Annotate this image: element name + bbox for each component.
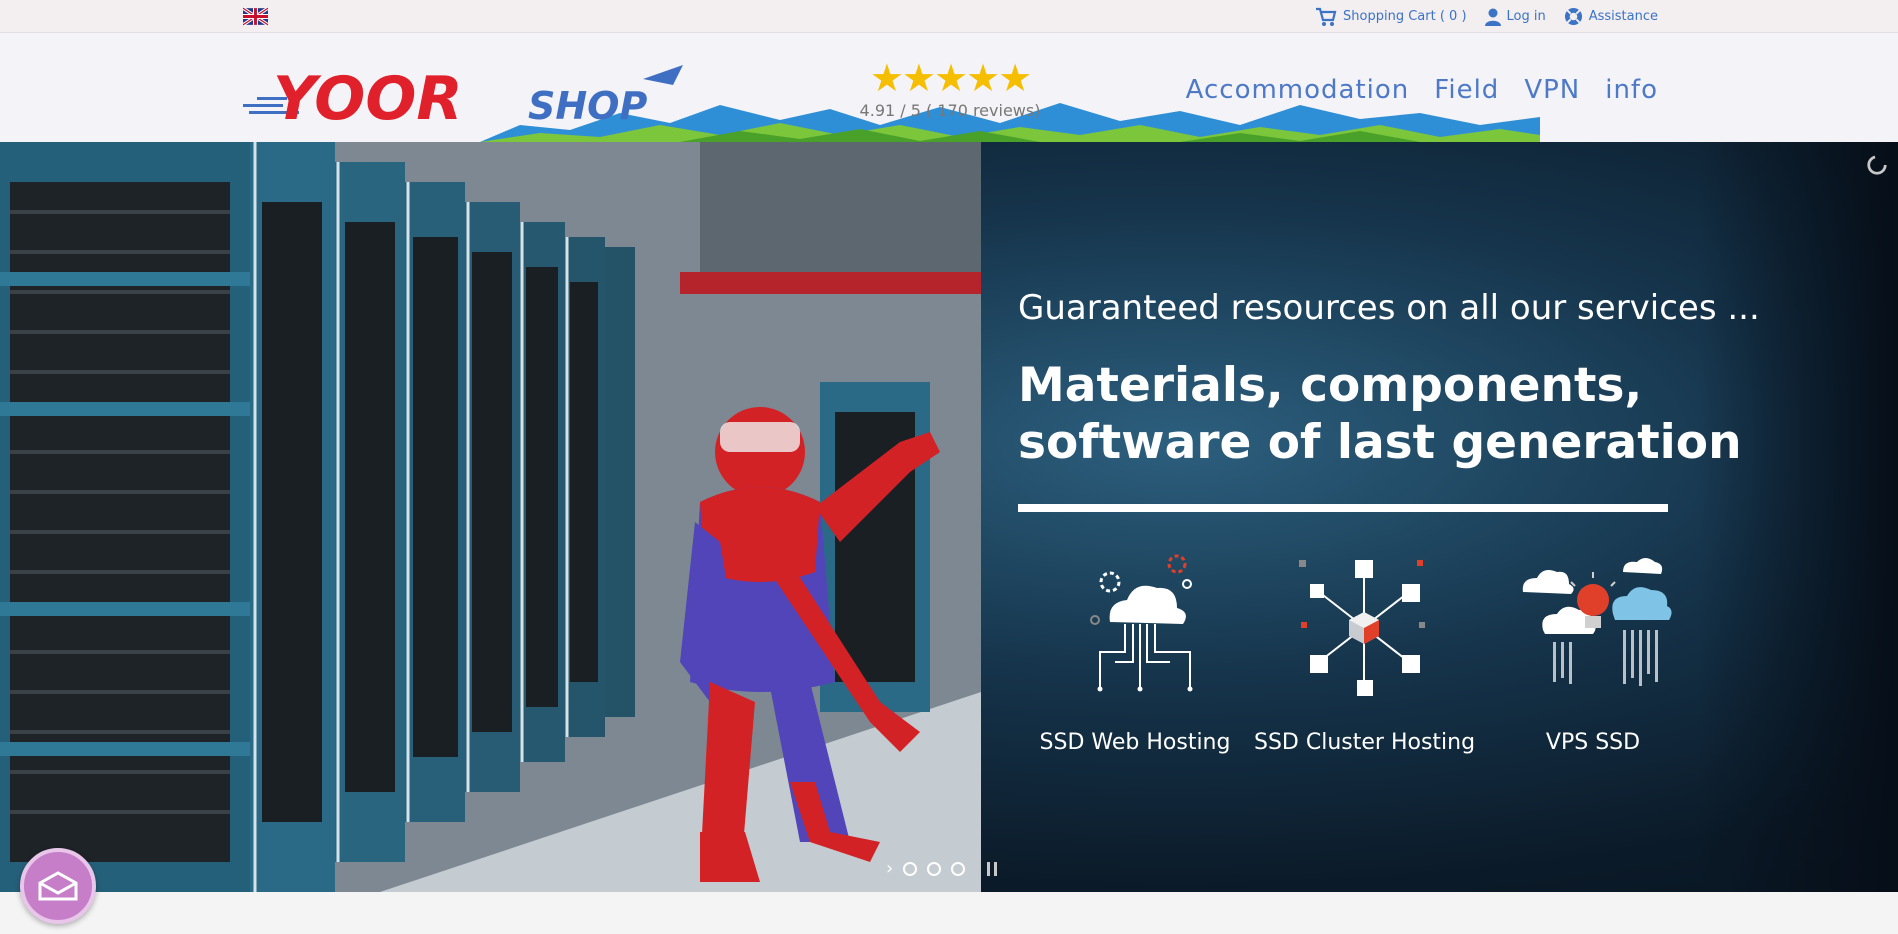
assistance-link[interactable]: Assistance [1564,7,1658,26]
nav-accommodation[interactable]: Accommodation [1186,75,1410,105]
rating-text: 4.91 / 5 ( 170 reviews) [859,101,1041,120]
reload-icon[interactable] [1866,154,1888,176]
nav-field[interactable]: Field [1434,75,1499,105]
slider-dot-3[interactable] [951,861,966,876]
top-utility-bar: Shopping Cart ( 0 ) Log in Assistance [0,0,1898,33]
shopping-cart-link[interactable]: Shopping Cart ( 0 ) [1315,7,1467,27]
slider-next-button[interactable]: › [886,858,893,879]
cluster-cube-icon [1299,560,1425,696]
slider-dot-1[interactable] [903,861,918,876]
slider-pause-button[interactable] [987,861,998,876]
hero-headline-line1: Materials, components, [1018,358,1643,413]
nav-vpn[interactable]: VPN [1524,75,1580,105]
cloud-network-icon [1090,554,1193,692]
hero-tagline: Guaranteed resources on all our services… [1018,288,1760,328]
yoorshop-logo[interactable]: YOOR SHOP [243,59,703,129]
shopping-cart-label: Shopping Cart ( 0 ) [1343,9,1467,24]
service-ssd-cluster-hosting[interactable]: SSD Cluster Hosting [1254,552,1476,755]
service-label-ssd-cluster-hosting: SSD Cluster Hosting [1254,730,1476,755]
login-label: Log in [1506,9,1546,24]
service-label-ssd-web-hosting: SSD Web Hosting [1039,730,1231,755]
lifebuoy-icon [1564,7,1582,26]
server-room-illustration [0,142,981,892]
hero-divider [1018,504,1668,512]
contact-mail-button[interactable] [20,848,96,924]
site-header: YOOR SHOP ★★★★★ 4.91 / 5 ( 170 reviews) … [0,33,1898,142]
utility-links: Shopping Cart ( 0 ) Log in Assistance [1315,0,1658,33]
cloud-bulb-icon [1522,558,1672,686]
logo-yoor-text: YOOR [273,64,463,129]
service-vps-ssd[interactable]: VPS SSD [1483,552,1703,755]
logo-shop-text: SHOP [528,84,647,128]
cart-icon [1316,7,1337,26]
hero-slider: Guaranteed resources on all our services… [0,142,1898,892]
hero-vignette [1698,142,1898,892]
service-ssd-web-hosting[interactable]: SSD Web Hosting [1025,552,1245,755]
service-label-vps-ssd: VPS SSD [1545,730,1641,755]
hero-headline-line2: software of last generation [1018,415,1742,470]
login-link[interactable]: Log in [1484,8,1546,26]
user-icon [1484,8,1501,26]
envelope-icon [38,871,78,901]
below-fold-section [0,892,1898,934]
slider-controls: › [886,858,998,879]
hero-image-server-room [0,142,981,892]
rating-block[interactable]: ★★★★★ 4.91 / 5 ( 170 reviews) [855,59,1045,120]
uk-flag-icon[interactable] [243,7,268,26]
nav-info[interactable]: info [1605,75,1658,105]
assistance-label: Assistance [1588,9,1658,24]
rating-stars-icon: ★★★★★ [869,56,1032,100]
slider-dot-2[interactable] [927,861,942,876]
main-nav: Accommodation Field VPN info [1186,75,1658,105]
hero-headline: Materials, components, software of last … [1018,357,1742,471]
